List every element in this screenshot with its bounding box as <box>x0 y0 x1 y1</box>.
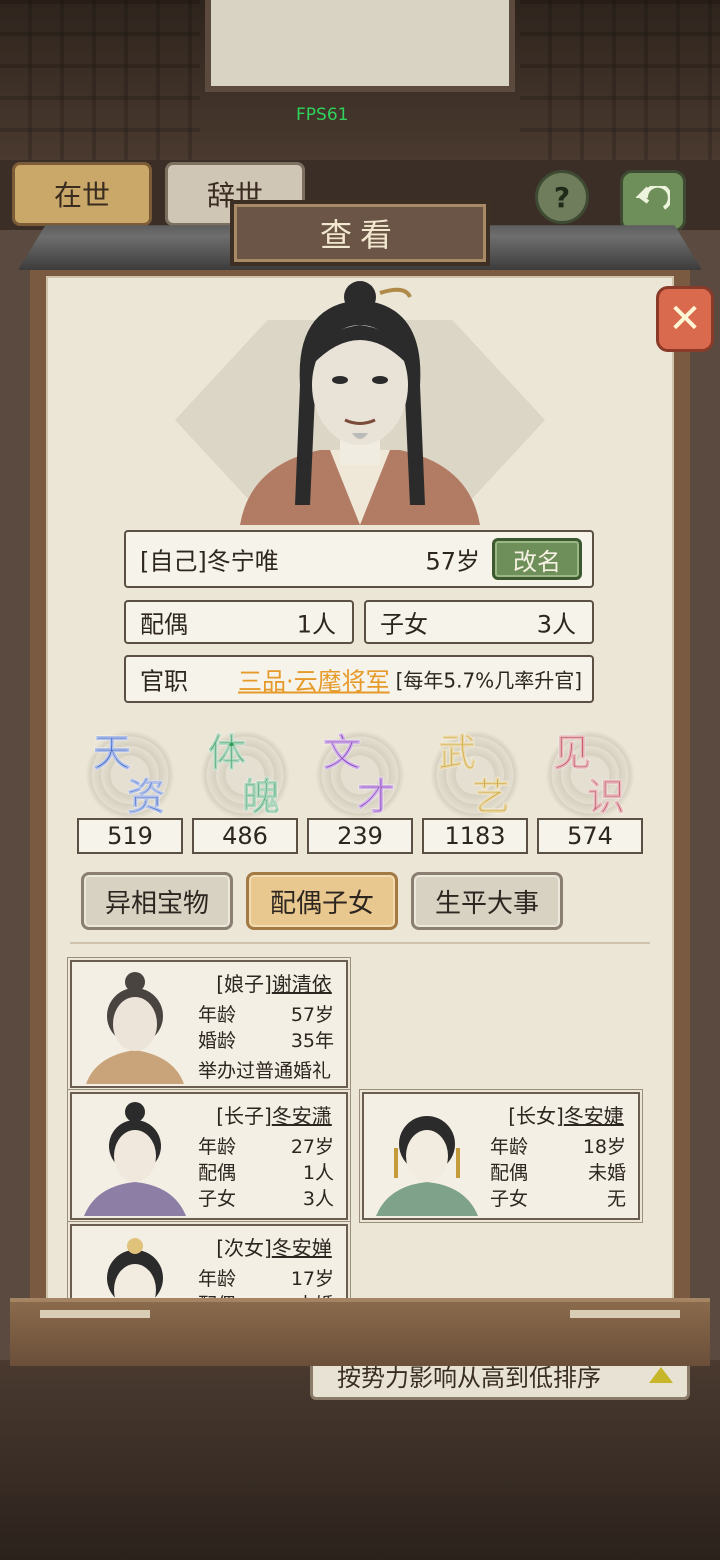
attribute-char: 武 <box>437 730 477 776</box>
attribute-char: 资 <box>126 774 166 820</box>
close-button[interactable]: ✕ <box>656 286 714 352</box>
painting-panel <box>205 0 515 92</box>
spouse-count: 1人 <box>296 610 336 639</box>
stat-key: 年龄 <box>198 1136 237 1158</box>
attribute-physique: 体 魄 <box>190 720 300 820</box>
relation-tag: [长子] <box>216 1104 272 1128</box>
rail-slat <box>570 1310 680 1318</box>
rename-button[interactable]: 改名 <box>492 538 582 580</box>
member-name[interactable]: 谢清依 <box>272 972 332 996</box>
office-label: 官职 <box>140 667 188 696</box>
window-lattice-left <box>0 0 200 160</box>
office-title-link[interactable]: 三品·云麾将军 <box>238 662 390 697</box>
attribute-char: 见 <box>552 730 592 776</box>
attribute-char: 体 <box>207 730 247 776</box>
rail-slat <box>40 1310 150 1318</box>
attribute-char: 文 <box>322 730 362 776</box>
promotion-chance: [每年5.7%几率升官] <box>395 668 582 693</box>
tab-alive[interactable]: 在世 <box>12 162 152 226</box>
wife-portrait <box>86 972 184 1084</box>
attribute-insight: 见 识 <box>535 720 645 820</box>
close-icon: ✕ <box>668 296 702 342</box>
attribute-value-martial: 1183 <box>422 818 528 854</box>
modal-title-plate: 查看 <box>230 200 490 266</box>
stat-key: 子女 <box>490 1188 529 1210</box>
family-name: [次女]冬安婵 <box>206 1232 342 1261</box>
stat-key: 年龄 <box>198 1004 237 1026</box>
attribute-talent: 天 资 <box>75 720 185 820</box>
tab-life-events[interactable]: 生平大事 <box>411 872 563 930</box>
attribute-char: 艺 <box>471 774 511 820</box>
window-lattice-right <box>520 0 720 160</box>
stat-value: 35年 <box>290 1030 334 1052</box>
member-name[interactable]: 冬安婕 <box>564 1104 624 1128</box>
eldest-son-portrait <box>84 1102 186 1216</box>
family-card-eldest-son[interactable]: [长子]冬安潇 年龄 27岁 配偶 1人 子女 3人 <box>70 1092 348 1220</box>
second-daughter-portrait <box>107 1238 163 1300</box>
stat-key: 配偶 <box>198 1162 237 1184</box>
family-name: [长女]冬安婕 <box>498 1100 634 1129</box>
attribute-martial: 武 艺 <box>420 720 530 820</box>
family-card-wife[interactable]: [娘子]谢清依 年龄 57岁 婚龄 35年 举办过普通婚礼 <box>70 960 348 1088</box>
modal-title: 查看 <box>319 216 400 254</box>
character-portrait <box>230 275 490 525</box>
attribute-value-physique: 486 <box>192 818 298 854</box>
stat-key: 婚龄 <box>198 1030 237 1052</box>
children-count: 3人 <box>536 610 576 639</box>
help-icon[interactable]: ? <box>535 170 589 224</box>
stat-key: 配偶 <box>490 1162 529 1184</box>
children-label: 子女 <box>380 610 428 639</box>
family-card-eldest-daughter[interactable]: [长女]冬安婕 年龄 18岁 配偶 未婚 子女 无 <box>362 1092 640 1220</box>
family-list[interactable]: [娘子]谢清依 年龄 57岁 婚龄 35年 举办过普通婚礼 [长子]冬安潇 年龄 27… <box>60 950 660 1300</box>
attribute-char: 才 <box>356 774 396 820</box>
self-age: 57岁 <box>425 547 480 576</box>
stat-key: 年龄 <box>198 1268 237 1290</box>
stat-value: 3人 <box>302 1188 334 1210</box>
relation-tag: [次女] <box>216 1236 272 1260</box>
stat-value: 无 <box>606 1188 626 1210</box>
member-name[interactable]: 冬安潇 <box>272 1104 332 1128</box>
family-name: [长子]冬安潇 <box>206 1100 342 1129</box>
stat-value: 17岁 <box>290 1268 334 1290</box>
return-icon[interactable] <box>620 170 686 232</box>
spouse-label: 配偶 <box>140 610 188 639</box>
attribute-value-talent: 519 <box>77 818 183 854</box>
sort-arrow-icon <box>649 1367 673 1383</box>
children-count-box: 子女 3人 <box>364 600 594 644</box>
wedding-note: 举办过普通婚礼 <box>198 1060 332 1082</box>
attribute-char: 识 <box>586 774 626 820</box>
attribute-char: 魄 <box>241 774 281 820</box>
attribute-value-insight: 574 <box>537 818 643 854</box>
relation-tag: [娘子] <box>216 972 272 996</box>
attribute-literary: 文 才 <box>305 720 415 820</box>
eldest-daughter-portrait <box>376 1116 478 1216</box>
attribute-char: 天 <box>92 730 132 776</box>
stat-value: 1人 <box>302 1162 334 1184</box>
scroll-bottom-rail <box>10 1298 710 1366</box>
spouse-count-box: 配偶 1人 <box>124 600 354 644</box>
self-name: [自己]冬宁唯 <box>140 547 279 576</box>
attribute-value-literary: 239 <box>307 818 413 854</box>
tab-family[interactable]: 配偶子女 <box>246 872 398 930</box>
stat-value: 57岁 <box>290 1004 334 1026</box>
family-card-second-daughter[interactable]: [次女]冬安婵 年龄17岁 配偶未婚 <box>70 1224 348 1300</box>
stat-value: 18岁 <box>582 1136 626 1158</box>
family-name: [娘子]谢清依 <box>206 968 342 997</box>
relation-tag: [长女] <box>508 1104 564 1128</box>
stat-key: 年龄 <box>490 1136 529 1158</box>
section-divider <box>70 942 650 944</box>
fps-counter: FPS61 <box>296 105 349 125</box>
stat-value: 27岁 <box>290 1136 334 1158</box>
tab-treasures[interactable]: 异相宝物 <box>81 872 233 930</box>
stat-key: 子女 <box>198 1188 237 1210</box>
stat-value: 未婚 <box>587 1162 626 1184</box>
member-name[interactable]: 冬安婵 <box>272 1236 332 1260</box>
office-box: 官职 三品·云麾将军 [每年5.7%几率升官] <box>124 655 594 703</box>
